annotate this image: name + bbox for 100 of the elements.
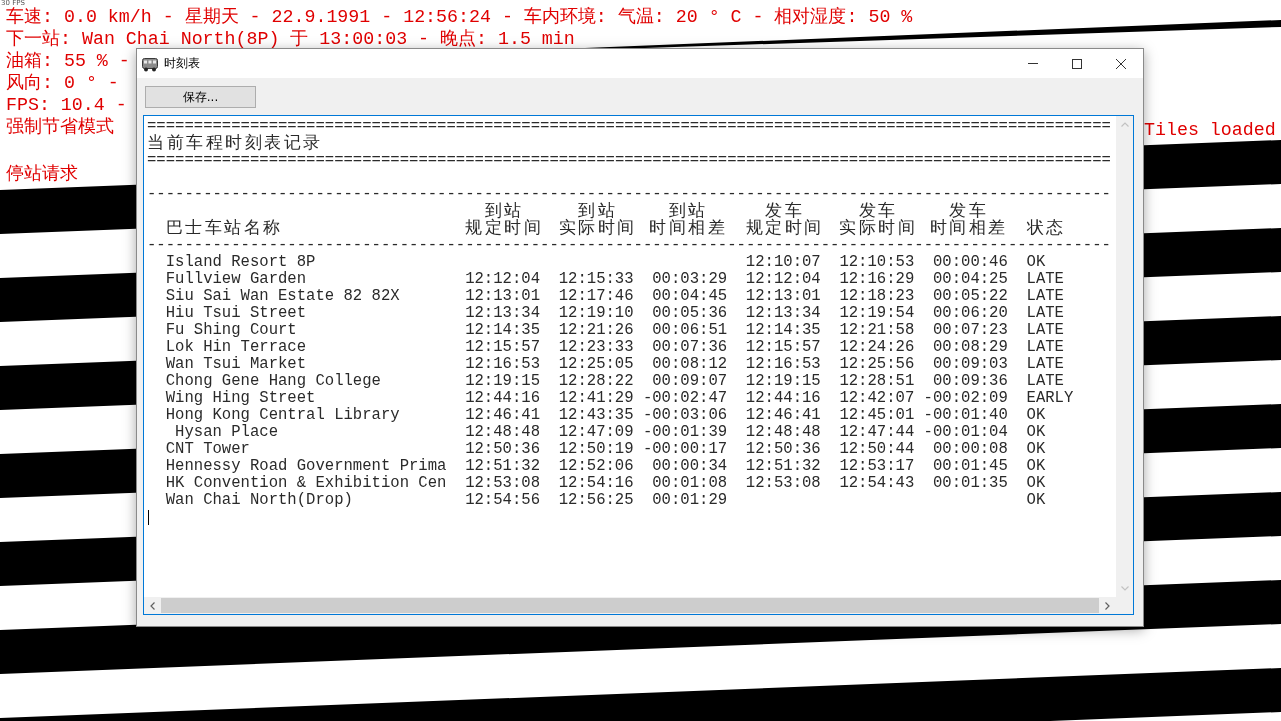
column-group-label: 到站 bbox=[668, 203, 708, 220]
time-difference-cell: 00:00:34 bbox=[652, 458, 728, 475]
column-group-label: 到站 bbox=[484, 203, 524, 220]
time-cell: 12:18:23 bbox=[839, 288, 915, 305]
status-cell: LATE bbox=[1026, 305, 1064, 322]
status-cell: LATE bbox=[1026, 322, 1064, 339]
station-name: Wan Tsui Market bbox=[165, 356, 307, 373]
time-difference-cell: -00:01:04 bbox=[923, 424, 1008, 441]
time-difference-cell: -00:02:09 bbox=[923, 390, 1008, 407]
station-name: CNT Tower bbox=[165, 441, 250, 458]
time-difference-cell: 00:01:08 bbox=[652, 475, 728, 492]
time-cell: 12:44:16 bbox=[745, 390, 821, 407]
chevron-left-icon bbox=[150, 601, 155, 610]
report-title: 当前车程时刻表记录 bbox=[147, 135, 323, 152]
time-cell: 12:13:01 bbox=[745, 288, 821, 305]
time-difference-cell: 00:09:36 bbox=[932, 373, 1008, 390]
time-cell: 12:16:29 bbox=[839, 271, 915, 288]
time-cell: 12:54:43 bbox=[839, 475, 915, 492]
time-cell: 12:14:35 bbox=[745, 322, 821, 339]
time-cell: 12:12:04 bbox=[465, 271, 540, 288]
time-difference-cell: 00:03:29 bbox=[652, 271, 728, 288]
status-cell: LATE bbox=[1026, 373, 1064, 390]
maximize-icon bbox=[1072, 58, 1082, 69]
time-cell: 12:15:33 bbox=[558, 271, 634, 288]
time-cell: 12:12:04 bbox=[745, 271, 821, 288]
vertical-scrollbar[interactable] bbox=[1116, 116, 1133, 614]
time-cell: 12:46:41 bbox=[745, 407, 821, 424]
status-cell: OK bbox=[1026, 254, 1046, 271]
time-cell: 12:42:07 bbox=[839, 390, 915, 407]
time-cell: 12:17:46 bbox=[558, 288, 634, 305]
time-cell: 12:48:48 bbox=[465, 424, 540, 441]
bus-icon bbox=[142, 55, 158, 72]
chevron-up-icon bbox=[1120, 122, 1129, 127]
column-group-label: 发车 bbox=[765, 203, 805, 220]
time-cell: 12:47:09 bbox=[558, 424, 634, 441]
column-header: 实际时间 bbox=[558, 220, 637, 237]
chevron-right-icon bbox=[1105, 601, 1110, 610]
station-name: Wan Chai North(Drop) bbox=[165, 492, 353, 509]
time-cell: 12:53:08 bbox=[465, 475, 540, 492]
time-difference-cell: 00:00:46 bbox=[932, 254, 1008, 271]
time-cell: 12:13:34 bbox=[465, 305, 540, 322]
time-difference-cell: 00:04:45 bbox=[652, 288, 728, 305]
station-name: Hong Kong Central Library bbox=[165, 407, 400, 424]
hud-status-line: 强制节省模式 bbox=[6, 117, 114, 136]
time-cell: 12:19:10 bbox=[558, 305, 634, 322]
time-cell: 12:23:33 bbox=[558, 339, 634, 356]
status-cell: LATE bbox=[1026, 271, 1064, 288]
window-title: 时刻表 bbox=[164, 55, 200, 72]
time-cell: 12:50:44 bbox=[839, 441, 915, 458]
text-cursor bbox=[148, 510, 149, 525]
time-cell: 12:41:29 bbox=[558, 390, 634, 407]
time-cell: 12:54:56 bbox=[465, 492, 540, 509]
station-name: Hennessy Road Government Prima bbox=[165, 458, 447, 475]
time-cell: 12:19:15 bbox=[465, 373, 540, 390]
time-difference-cell: 00:00:08 bbox=[932, 441, 1008, 458]
time-cell: 12:13:01 bbox=[465, 288, 540, 305]
time-cell: 12:53:08 bbox=[745, 475, 821, 492]
time-cell: 12:52:06 bbox=[558, 458, 634, 475]
time-cell: 12:53:17 bbox=[839, 458, 915, 475]
hud-status-line: FPS: 10.4 - bbox=[6, 95, 127, 114]
time-cell: 12:48:48 bbox=[745, 424, 821, 441]
time-cell: 12:25:56 bbox=[839, 356, 915, 373]
close-icon bbox=[1116, 58, 1126, 69]
status-cell: OK bbox=[1026, 424, 1046, 441]
status-cell: OK bbox=[1026, 475, 1046, 492]
time-cell: 12:21:26 bbox=[558, 322, 634, 339]
report-text-area[interactable] bbox=[143, 115, 1134, 615]
save-button[interactable]: 保存... bbox=[145, 86, 256, 108]
time-cell: 12:10:53 bbox=[839, 254, 915, 271]
station-name: Fullview Garden bbox=[165, 271, 307, 288]
time-cell: 12:50:19 bbox=[558, 441, 634, 458]
time-difference-cell: -00:01:39 bbox=[642, 424, 728, 441]
time-difference-cell: 00:04:25 bbox=[932, 271, 1008, 288]
time-cell: 12:10:07 bbox=[745, 254, 821, 271]
time-cell: 12:24:26 bbox=[839, 339, 915, 356]
column-header: 时间相差 bbox=[649, 220, 728, 237]
time-cell: 12:13:34 bbox=[745, 305, 821, 322]
time-difference-cell: 00:05:22 bbox=[932, 288, 1008, 305]
time-difference-cell: 00:01:35 bbox=[932, 475, 1008, 492]
station-name: Chong Gene Hang College bbox=[165, 373, 381, 390]
status-cell: LATE bbox=[1026, 288, 1064, 305]
station-name: Wing Hing Street bbox=[165, 390, 316, 407]
column-group-label: 发车 bbox=[858, 203, 898, 220]
hud-status-line: 下一站: Wan Chai North(8P) 于 13:00:03 - 晚点: 1.5 min bbox=[6, 29, 575, 48]
column-header: 规定时间 bbox=[745, 220, 824, 237]
time-cell: 12:47:44 bbox=[839, 424, 915, 441]
hud-status-line: 油箱: 55 % - bbox=[6, 51, 130, 70]
station-name: Island Resort 8P bbox=[165, 254, 316, 271]
time-cell: 12:21:58 bbox=[839, 322, 915, 339]
time-difference-cell: 00:08:29 bbox=[932, 339, 1008, 356]
time-cell: 12:25:05 bbox=[558, 356, 634, 373]
hud-status-line: 风向: 0 ° - bbox=[6, 73, 119, 92]
column-header: 实际时间 bbox=[839, 220, 918, 237]
text-rule-line: ======================================================================================================= bbox=[147, 152, 1111, 169]
time-cell: 12:51:32 bbox=[745, 458, 821, 475]
status-cell: EARLY bbox=[1026, 390, 1074, 407]
time-difference-cell: -00:01:40 bbox=[923, 407, 1008, 424]
time-cell: 12:56:25 bbox=[558, 492, 634, 509]
status-cell: OK bbox=[1026, 407, 1046, 424]
column-header: 规定时间 bbox=[465, 220, 544, 237]
